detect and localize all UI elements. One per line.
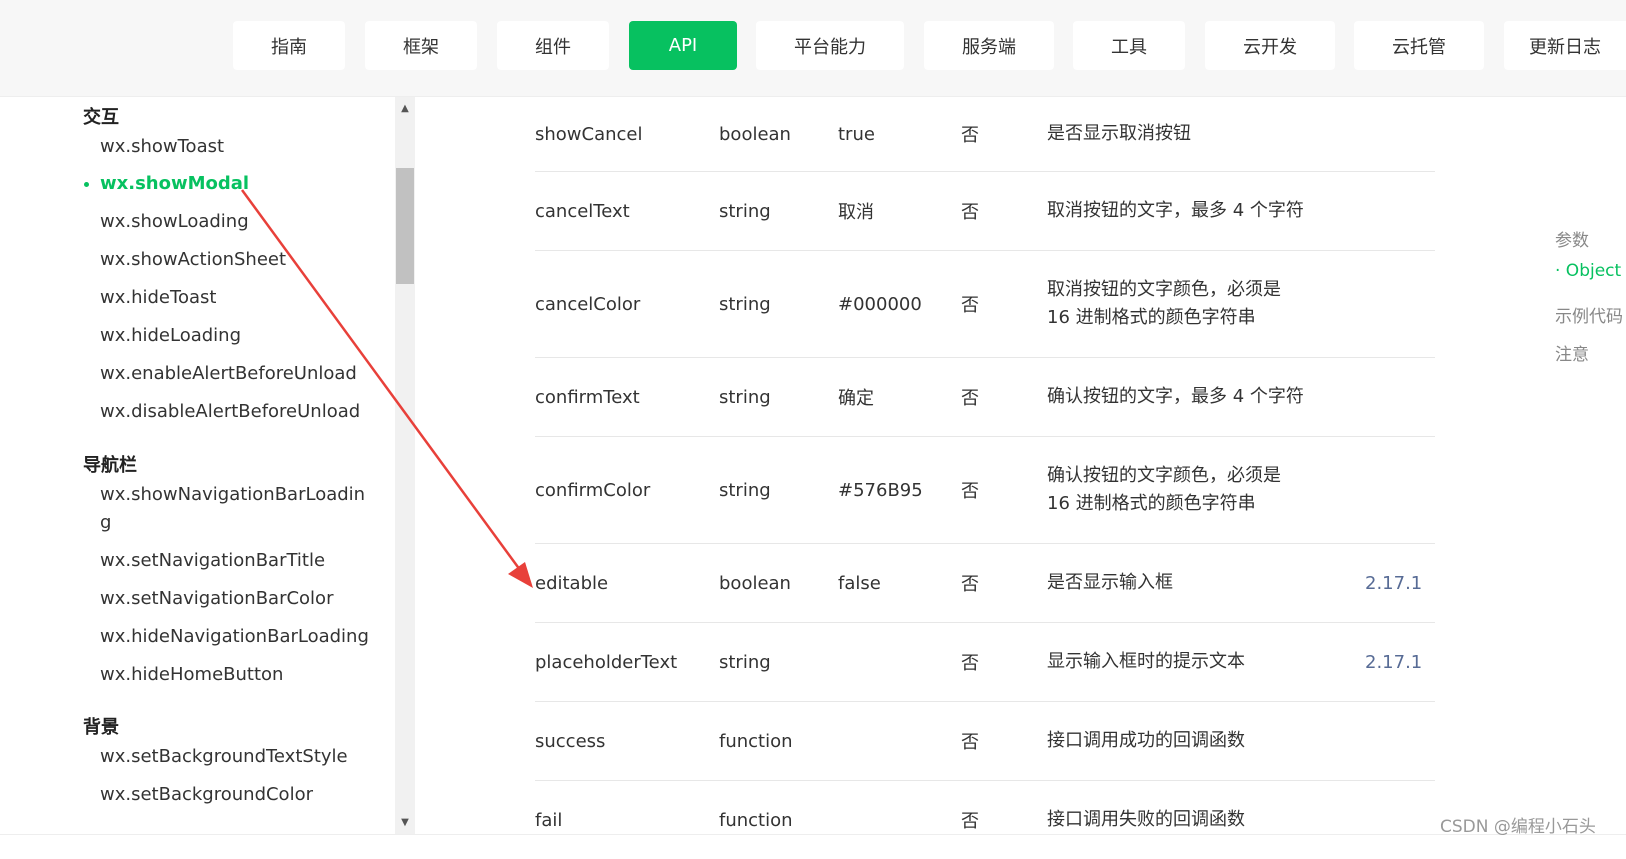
param-default: #000000 [838, 293, 922, 315]
table-row: editable boolean false 否 是否显示输入框 2.17.1 [535, 544, 1435, 623]
param-required: 否 [961, 481, 979, 502]
param-required: 否 [961, 125, 979, 146]
nav-item-changelog[interactable]: 更新日志 [1504, 21, 1626, 70]
param-required: 否 [961, 295, 979, 316]
sidebar-item[interactable]: wx.enableAlertBeforeUnload [100, 360, 360, 388]
param-type: string [719, 479, 771, 501]
param-description: 接口调用成功的回调函数 [1047, 730, 1245, 751]
param-default: 取消 [838, 202, 874, 223]
param-type: boolean [719, 123, 791, 145]
param-description: 接口调用失败的回调函数 [1047, 809, 1245, 830]
param-description: 是否显示取消按钮 [1047, 123, 1191, 144]
sidebar-item-label-continued: g [100, 512, 112, 533]
nav-item-framework[interactable]: 框架 [365, 21, 477, 70]
sidebar-item[interactable]: wx.hideToast [100, 284, 360, 312]
param-description: 确认按钮的文字，最多 4 个字符 [1047, 386, 1304, 407]
param-name: cancelColor [535, 293, 641, 315]
toc-item[interactable]: 参数 [1555, 226, 1589, 251]
param-description: 取消按钮的文字颜色，必须是 16 进制格式的颜色字符串 [1047, 279, 1281, 328]
nav-item-components[interactable]: 组件 [497, 21, 609, 70]
nav-item-tools[interactable]: 工具 [1073, 21, 1185, 70]
sidebar-item[interactable]: wx.disableAlertBeforeUnload [100, 398, 360, 426]
sidebar-item[interactable]: wx.hideLoading [100, 322, 360, 350]
param-description: 取消按钮的文字，最多 4 个字符 [1047, 200, 1304, 221]
scroll-down-arrow-icon[interactable]: ▼ [395, 814, 415, 830]
param-required: 否 [961, 388, 979, 409]
nav-item-platform[interactable]: 平台能力 [756, 21, 904, 70]
sidebar-group-title: 交互 [83, 107, 119, 128]
param-version-link[interactable]: 2.17.1 [1365, 544, 1422, 622]
table-row: placeholderText string 否 显示输入框时的提示文本 2.1… [535, 623, 1435, 702]
sidebar-item-label: wx.showModal [100, 173, 250, 194]
toc-item[interactable]: 注意 [1555, 340, 1589, 365]
param-default: #576B95 [838, 479, 923, 501]
param-name: placeholderText [535, 651, 678, 673]
table-row: showCancel boolean true 否 是否显示取消按钮 [535, 97, 1435, 172]
param-name: showCancel [535, 123, 643, 145]
sidebar-item[interactable]: wx.hideHomeButton [100, 661, 360, 689]
table-row: confirmText string 确定 否 确认按钮的文字，最多 4 个字符 [535, 358, 1435, 437]
sidebar-item[interactable]: wx.showNavigationBarLoadin g [100, 481, 366, 537]
param-default: false [838, 572, 881, 594]
param-type: boolean [719, 572, 791, 594]
sidebar-item-active[interactable]: wx.showModal [84, 170, 360, 198]
param-version-link[interactable]: 2.17.1 [1365, 623, 1422, 701]
sidebar-item[interactable]: wx.showToast [100, 133, 360, 161]
sidebar: 交互 wx.showToast wx.showModal wx.showLoad… [0, 97, 395, 834]
param-description: 确认按钮的文字颜色，必须是 16 进制格式的颜色字符串 [1047, 465, 1281, 514]
param-required: 否 [961, 653, 979, 674]
watermark: CSDN @编程小石头 [1440, 817, 1596, 837]
param-description: 显示输入框时的提示文本 [1047, 651, 1245, 672]
param-description: 是否显示输入框 [1047, 572, 1173, 593]
active-indicator-dot [84, 182, 89, 187]
param-default: true [838, 123, 875, 145]
param-type: function [719, 730, 793, 752]
param-type: function [719, 809, 793, 831]
param-type: string [719, 386, 771, 408]
param-name: editable [535, 572, 609, 594]
nav-item-api[interactable]: API [629, 21, 737, 70]
bottom-divider [0, 834, 1626, 835]
table-row: cancelText string 取消 否 取消按钮的文字，最多 4 个字符 [535, 172, 1435, 251]
table-row: confirmColor string #576B95 否 确认按钮的文字颜色，… [535, 437, 1435, 544]
param-name: success [535, 730, 606, 752]
nav-item-guide[interactable]: 指南 [233, 21, 345, 70]
table-row: cancelColor string #000000 否 取消按钮的文字颜色，必… [535, 251, 1435, 358]
sidebar-item-label: wx.showNavigationBarLoadin [100, 484, 366, 505]
sidebar-group-title: 背景 [83, 717, 119, 738]
sidebar-item[interactable]: wx.showLoading [100, 208, 360, 236]
table-row: success function 否 接口调用成功的回调函数 [535, 702, 1435, 781]
table-row: fail function 否 接口调用失败的回调函数 [535, 781, 1435, 859]
toc-item-active[interactable]: · Object [1555, 261, 1621, 281]
sidebar-item[interactable]: wx.setNavigationBarTitle [100, 547, 360, 575]
toc-item[interactable]: 示例代码 [1555, 302, 1623, 327]
param-required: 否 [961, 574, 979, 595]
sidebar-item[interactable]: wx.showActionSheet [100, 246, 360, 274]
param-required: 否 [961, 732, 979, 753]
sidebar-item[interactable]: wx.setNavigationBarColor [100, 585, 360, 613]
param-type: string [719, 651, 771, 673]
sidebar-item[interactable]: wx.setBackgroundColor [100, 781, 360, 809]
sidebar-group-title: 导航栏 [83, 455, 137, 476]
param-required: 否 [961, 202, 979, 223]
param-type: string [719, 200, 771, 222]
param-name: fail [535, 809, 563, 831]
param-required: 否 [961, 811, 979, 832]
sidebar-item[interactable]: wx.hideNavigationBarLoading [100, 623, 369, 651]
scroll-up-arrow-icon[interactable]: ▲ [395, 100, 415, 116]
param-name: confirmColor [535, 479, 651, 501]
sidebar-item[interactable]: wx.setBackgroundTextStyle [100, 743, 360, 771]
param-default: 确定 [838, 388, 874, 409]
param-name: confirmText [535, 386, 640, 408]
nav-item-server[interactable]: 服务端 [924, 21, 1054, 70]
nav-item-cloud-dev[interactable]: 云开发 [1205, 21, 1335, 70]
param-name: cancelText [535, 200, 630, 222]
sidebar-scrollbar-thumb[interactable] [396, 168, 414, 284]
top-navigation-bar: 指南 框架 组件 API 平台能力 服务端 工具 云开发 云托管 更新日志 [0, 0, 1626, 97]
param-type: string [719, 293, 771, 315]
nav-item-cloud-hosting[interactable]: 云托管 [1354, 21, 1484, 70]
